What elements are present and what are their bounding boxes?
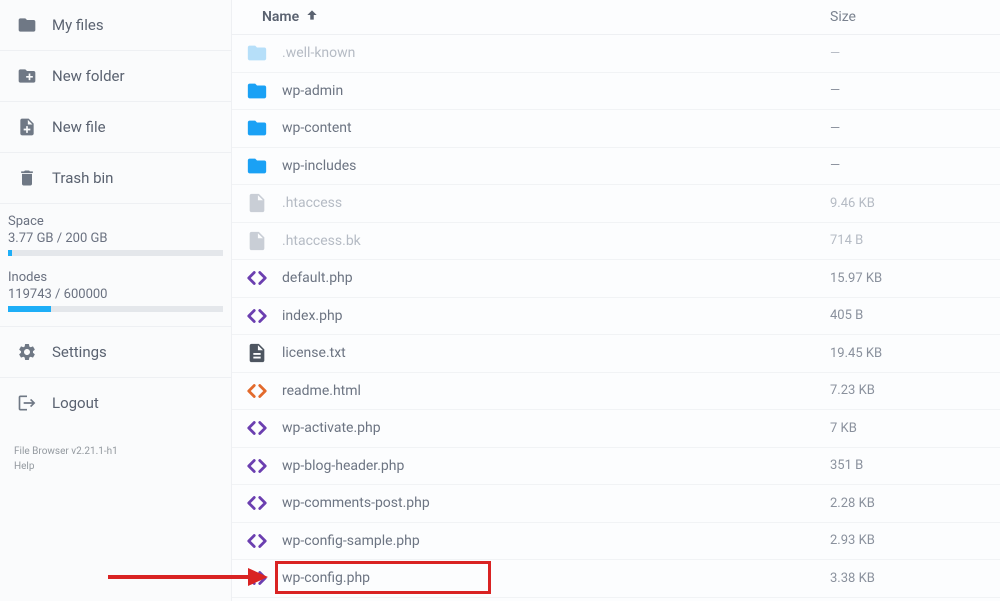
help-link[interactable]: Help xyxy=(14,459,217,474)
gear-icon xyxy=(16,341,38,363)
nav-label: Settings xyxy=(52,343,107,361)
file-row[interactable]: wp-admin — xyxy=(232,73,1000,111)
file-name: readme.html xyxy=(282,383,830,399)
code-icon xyxy=(232,305,282,327)
new-folder-icon xyxy=(16,65,38,87)
footer-note: File Browser v2.21.1-h1 Help xyxy=(0,428,231,490)
file-size: 3.38 KB xyxy=(830,571,1000,586)
arrow-up-icon xyxy=(305,8,319,26)
file-row[interactable]: license.txt 19.45 KB xyxy=(232,335,1000,373)
file-list: .well-known — wp-admin — wp-content — wp… xyxy=(232,35,1000,601)
nav-trash[interactable]: Trash bin xyxy=(0,153,231,204)
version-text: File Browser v2.21.1-h1 xyxy=(14,444,217,459)
file-name: wp-config.php xyxy=(282,570,830,586)
nav-settings[interactable]: Settings xyxy=(0,327,231,378)
file-size: 7.23 KB xyxy=(830,383,1000,398)
nav-label: New folder xyxy=(52,67,125,85)
file-row[interactable]: .htaccess 9.46 KB xyxy=(232,185,1000,223)
file-row[interactable]: readme.html 7.23 KB xyxy=(232,373,1000,411)
file-row[interactable]: wp-blog-header.php 351 B xyxy=(232,448,1000,486)
file-size: 9.46 KB xyxy=(830,196,1000,211)
file-name: wp-content xyxy=(282,120,830,136)
file-icon xyxy=(232,230,282,252)
folder-icon xyxy=(232,155,282,177)
nav-new-file[interactable]: New file xyxy=(0,102,231,153)
code-icon xyxy=(232,567,282,589)
file-size: 351 B xyxy=(830,458,1000,473)
sidebar: My files New folder New file Trash bin S… xyxy=(0,0,232,601)
file-name: wp-comments-post.php xyxy=(282,495,830,511)
stat-value: 119743 / 600000 xyxy=(8,287,223,302)
progress-bar xyxy=(8,250,223,256)
file-size: 714 B xyxy=(830,233,1000,248)
code-icon xyxy=(232,492,282,514)
folder-icon xyxy=(232,42,282,64)
nav-label: My files xyxy=(52,16,104,34)
file-icon xyxy=(232,192,282,214)
main-panel: Name Size .well-known — wp-admin — wp-co… xyxy=(232,0,1000,601)
file-size: — xyxy=(830,83,1000,98)
file-size: 19.45 KB xyxy=(830,346,1000,361)
list-header: Name Size xyxy=(232,0,1000,35)
file-size: 15.97 KB xyxy=(830,271,1000,286)
file-size: — xyxy=(830,46,1000,61)
col-size-header[interactable]: Size xyxy=(830,9,1000,25)
file-row[interactable]: wp-content — xyxy=(232,110,1000,148)
progress-bar xyxy=(8,306,223,312)
folder-icon xyxy=(232,117,282,139)
file-name: .well-known xyxy=(282,45,830,61)
file-row[interactable]: wp-config.php 3.38 KB xyxy=(232,560,1000,598)
header-name-label: Name xyxy=(262,9,299,25)
file-size: — xyxy=(830,158,1000,173)
file-name: wp-config-sample.php xyxy=(282,533,830,549)
file-row[interactable]: .htaccess.bk 714 B xyxy=(232,223,1000,261)
logout-icon xyxy=(16,392,38,414)
code-icon xyxy=(232,455,282,477)
file-name: license.txt xyxy=(282,345,830,361)
file-size: 2.93 KB xyxy=(830,533,1000,548)
file-row[interactable]: wp-includes — xyxy=(232,148,1000,186)
file-name: wp-activate.php xyxy=(282,420,830,436)
file-size: — xyxy=(830,121,1000,136)
text-icon xyxy=(232,342,282,364)
stat-inodes: Inodes 119743 / 600000 xyxy=(8,270,223,312)
file-row[interactable]: .well-known — xyxy=(232,35,1000,73)
file-size: 2.28 KB xyxy=(830,496,1000,511)
trash-icon xyxy=(16,167,38,189)
file-name: .htaccess xyxy=(282,195,830,211)
file-name: wp-includes xyxy=(282,158,830,174)
stat-space: Space 3.77 GB / 200 GB xyxy=(8,214,223,256)
file-name: .htaccess.bk xyxy=(282,233,830,249)
file-name: default.php xyxy=(282,270,830,286)
stats-panel: Space 3.77 GB / 200 GB Inodes 119743 / 6… xyxy=(0,204,231,327)
nav-label: Logout xyxy=(52,394,99,412)
file-name: index.php xyxy=(282,308,830,324)
folder-icon xyxy=(16,14,38,36)
code-icon xyxy=(232,267,282,289)
new-file-icon xyxy=(16,116,38,138)
nav-logout[interactable]: Logout xyxy=(0,378,231,428)
code-icon xyxy=(232,417,282,439)
file-row[interactable]: default.php 15.97 KB xyxy=(232,260,1000,298)
nav-my-files[interactable]: My files xyxy=(0,0,231,51)
stat-value: 3.77 GB / 200 GB xyxy=(8,231,223,246)
code-icon xyxy=(232,380,282,402)
nav-label: Trash bin xyxy=(52,169,113,187)
file-name: wp-blog-header.php xyxy=(282,458,830,474)
code-icon xyxy=(232,530,282,552)
folder-icon xyxy=(232,80,282,102)
file-size: 7 KB xyxy=(830,421,1000,436)
file-row[interactable]: index.php 405 B xyxy=(232,298,1000,336)
file-name: wp-admin xyxy=(282,83,830,99)
nav-new-folder[interactable]: New folder xyxy=(0,51,231,102)
file-size: 405 B xyxy=(830,308,1000,323)
col-name-header[interactable]: Name xyxy=(232,8,830,26)
stat-label: Space xyxy=(8,214,223,229)
file-row[interactable]: wp-comments-post.php 2.28 KB xyxy=(232,485,1000,523)
stat-label: Inodes xyxy=(8,270,223,285)
header-size-label: Size xyxy=(830,9,856,25)
file-row[interactable]: wp-config-sample.php 2.93 KB xyxy=(232,523,1000,561)
nav-label: New file xyxy=(52,118,106,136)
file-row[interactable]: wp-activate.php 7 KB xyxy=(232,410,1000,448)
